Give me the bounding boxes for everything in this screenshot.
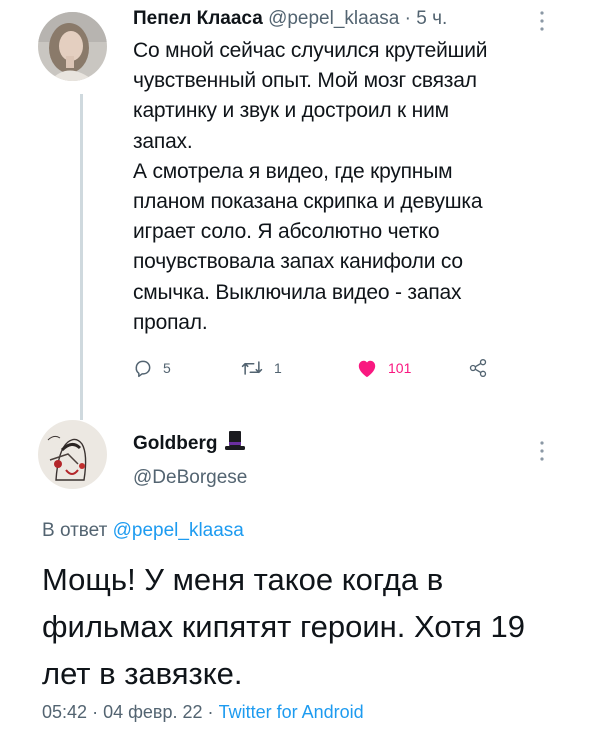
reply-author-handle[interactable]: @DeBorgese [133,467,247,489]
reply-count: 5 [163,360,171,376]
more-icon[interactable] [537,10,547,32]
reply-meta: 05:42 · 04 февр. 22 · Twitter for Androi… [42,702,364,723]
reply-prefix: В ответ [42,520,108,541]
author-handle[interactable]: @pepel_klaasa [268,8,399,29]
retweet-icon [240,358,264,378]
tweet-time[interactable]: 5 ч. [416,8,447,29]
reply-action[interactable]: 5 [133,358,171,378]
reply-author-avatar[interactable] [38,420,107,489]
reply-date[interactable]: 04 февр. 22 [103,702,202,722]
top-hat-icon [225,430,246,458]
heart-icon [356,358,378,378]
share-icon [468,358,488,378]
meta-separator: · [92,702,99,722]
tweet-header: Пепел Клааса @pepel_klaasa · 5 ч. [133,8,447,30]
reply-context: В ответ @pepel_klaasa [42,520,244,542]
author-avatar[interactable] [38,12,107,81]
share-action[interactable] [468,358,488,378]
thread-line [80,94,83,420]
meta-separator: · [207,702,214,722]
reply-icon [133,358,153,378]
reply-text: Мощь! У меня такое когда в фильмах кипят… [42,562,525,691]
retweet-action[interactable]: 1 [240,358,282,378]
retweet-count: 1 [274,360,282,376]
reply-author-name[interactable]: Goldberg [133,433,217,455]
header-separator: · [404,8,411,29]
tweet-text: Со мной сейчас случился крутейший чувств… [133,39,488,334]
like-action[interactable]: 101 [356,358,411,378]
more-icon[interactable] [537,440,547,462]
author-name[interactable]: Пепел Клааса [133,8,263,29]
reply-to-link[interactable]: @pepel_klaasa [113,520,244,541]
reply-source[interactable]: Twitter for Android [219,702,364,722]
reply-author-name-row[interactable]: Goldberg [133,430,246,458]
like-count: 101 [388,360,412,376]
reply-time[interactable]: 05:42 [42,702,87,722]
